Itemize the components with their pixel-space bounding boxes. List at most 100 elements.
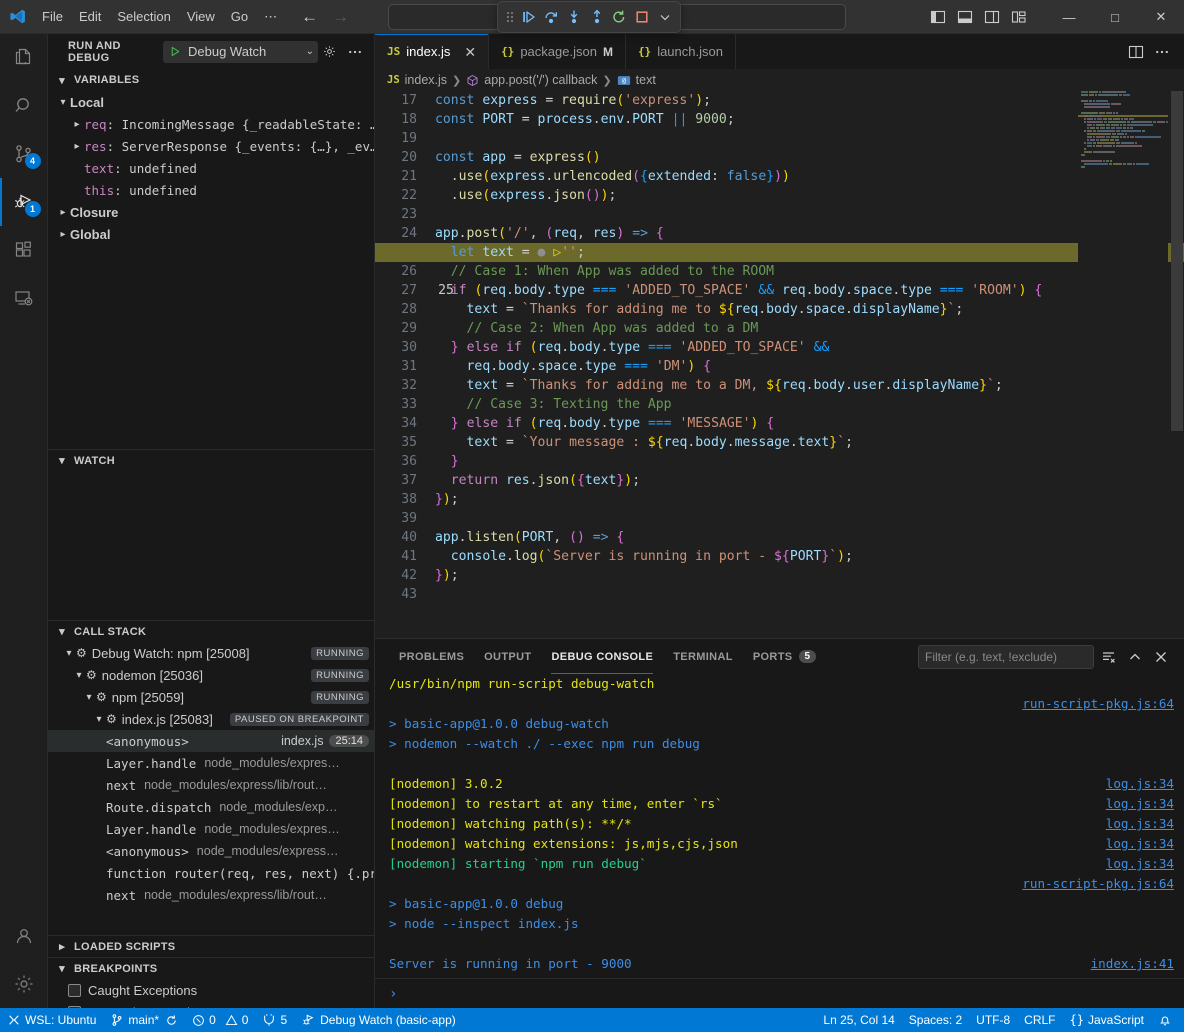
variable-scope-global[interactable]: ▸ Global xyxy=(48,223,374,245)
callstack-frame[interactable]: next node_modules/express/lib/rout… xyxy=(48,884,375,906)
split-editor-icon[interactable] xyxy=(1124,40,1148,64)
console-source[interactable]: log.js:34 xyxy=(1106,794,1174,814)
status-debug-session[interactable]: Debug Watch (basic-app) xyxy=(294,1008,463,1032)
debug-continue-button[interactable] xyxy=(518,5,539,29)
debug-step-into-button[interactable] xyxy=(564,5,585,29)
status-notifications[interactable] xyxy=(1151,1008,1184,1032)
variable-row[interactable]: ▸ req: IncomingMessage {_readableState: … xyxy=(48,113,374,135)
console-filter-input[interactable]: Filter (e.g. text, !exclude) xyxy=(918,645,1094,669)
callstack-session[interactable]: ▾ ⚙ index.js [25083] PAUSED ON BREAKPOIN… xyxy=(48,708,375,730)
console-source[interactable]: log.js:34 xyxy=(1106,774,1174,794)
callstack-session[interactable]: ▾ ⚙ Debug Watch: npm [25008] RUNNING xyxy=(48,642,375,664)
breadcrumb-file[interactable]: index.js xyxy=(405,73,447,87)
breakpoints-pane-header[interactable]: ▾ BREAKPOINTS xyxy=(48,957,375,979)
go-back-icon[interactable]: ← xyxy=(301,8,318,25)
callstack-frame[interactable]: Layer.handle node_modules/expres… xyxy=(48,752,375,774)
callstack-frame[interactable]: next node_modules/express/lib/rout… xyxy=(48,774,375,796)
activity-extensions[interactable] xyxy=(0,226,48,274)
close-icon[interactable]: ✕ xyxy=(464,45,476,59)
status-indentation[interactable]: Spaces: 2 xyxy=(902,1008,969,1032)
tab-debug-console[interactable]: DEBUG CONSOLE xyxy=(541,639,663,674)
activity-explorer[interactable] xyxy=(0,34,48,82)
toggle-secondary-sidebar-icon[interactable] xyxy=(979,2,1005,32)
debug-stop-button[interactable] xyxy=(632,5,653,29)
menu-view[interactable]: View xyxy=(179,0,223,34)
go-forward-icon[interactable]: → xyxy=(332,8,349,25)
activity-run-and-debug[interactable]: 1 xyxy=(0,178,48,226)
callstack-frame[interactable]: function router(req, res, next) {.pr xyxy=(48,862,375,884)
breadcrumb-variable[interactable]: text xyxy=(636,73,656,87)
tab-terminal[interactable]: TERMINAL xyxy=(663,639,743,674)
status-problems[interactable]: 0 0 xyxy=(185,1008,255,1032)
console-source[interactable]: log.js:34 xyxy=(1106,854,1174,874)
checkbox[interactable] xyxy=(68,984,81,997)
callstack-frame[interactable]: Layer.handle node_modules/expres… xyxy=(48,818,375,840)
status-remote-host[interactable]: WSL: Ubuntu xyxy=(0,1008,103,1032)
activity-remote-explorer[interactable] xyxy=(0,274,48,322)
toggle-panel-icon[interactable] xyxy=(952,2,978,32)
console-source[interactable]: index.js:41 xyxy=(1091,954,1174,974)
debug-console-input[interactable]: › xyxy=(375,978,1184,1008)
status-language-mode[interactable]: {} JavaScript xyxy=(1063,1008,1151,1032)
variable-row[interactable]: this: undefined xyxy=(48,179,374,201)
ellipsis-icon[interactable] xyxy=(344,41,366,63)
customize-layout-icon[interactable] xyxy=(1006,2,1032,32)
loaded-scripts-pane-header[interactable]: ▸ LOADED SCRIPTS xyxy=(48,935,375,957)
callstack-frame[interactable]: <anonymous> index.js 25:14 xyxy=(48,730,375,752)
chevron-right-icon[interactable]: ▸ xyxy=(70,119,84,130)
status-eol[interactable]: CRLF xyxy=(1017,1008,1062,1032)
console-source[interactable]: run-script-pkg.js:64 xyxy=(1022,694,1174,714)
minimap[interactable] xyxy=(1078,91,1168,638)
tab-launch-json[interactable]: {} launch.json xyxy=(626,34,736,69)
chevron-up-icon[interactable] xyxy=(1124,646,1146,668)
console-source[interactable]: log.js:34 xyxy=(1106,814,1174,834)
variable-row[interactable]: ▸ res: ServerResponse {_events: {…}, _ev… xyxy=(48,135,374,157)
menu-file[interactable]: File xyxy=(34,0,71,34)
menu-selection[interactable]: Selection xyxy=(109,0,178,34)
callstack-pane-header[interactable]: ▾ CALL STACK xyxy=(48,620,375,642)
menu-more[interactable]: ⋯ xyxy=(256,0,285,34)
status-cursor-position[interactable]: Ln 25, Col 14 xyxy=(816,1008,901,1032)
variable-scope-local[interactable]: ▾ Local xyxy=(48,91,374,113)
variable-row[interactable]: text: undefined xyxy=(48,157,374,179)
activity-settings[interactable] xyxy=(0,960,48,1008)
debug-restart-button[interactable] xyxy=(609,5,630,29)
status-encoding[interactable]: UTF-8 xyxy=(969,1008,1017,1032)
tab-problems[interactable]: PROBLEMS xyxy=(389,639,474,674)
breadcrumb-symbol[interactable]: app.post('/') callback xyxy=(484,73,597,87)
breakpoint-uncaught-exceptions[interactable]: Uncaught Exceptions xyxy=(48,1001,375,1008)
menu-go[interactable]: Go xyxy=(223,0,256,34)
scrollbar-thumb[interactable] xyxy=(1171,91,1183,431)
status-ports[interactable]: 5 xyxy=(255,1008,294,1032)
maximize-button[interactable]: □ xyxy=(1092,0,1138,34)
debug-console-output[interactable]: /usr/bin/npm run-script debug-watch run-… xyxy=(375,674,1184,978)
menu-edit[interactable]: Edit xyxy=(71,0,109,34)
callstack-frame[interactable]: <anonymous> node_modules/express… xyxy=(48,840,375,862)
clear-console-icon[interactable] xyxy=(1098,646,1120,668)
breakpoint-caught-exceptions[interactable]: Caught Exceptions xyxy=(48,979,375,1001)
debug-configuration-select[interactable]: Debug Watch ⌄ xyxy=(163,41,318,63)
variables-pane-header[interactable]: ▾ VARIABLES xyxy=(48,69,374,91)
activity-search[interactable] xyxy=(0,82,48,130)
debug-more-button[interactable] xyxy=(654,5,675,29)
console-source[interactable]: run-script-pkg.js:64 xyxy=(1022,874,1174,894)
debug-step-out-button[interactable] xyxy=(586,5,607,29)
editor-scrollbar[interactable] xyxy=(1170,91,1184,638)
code-editor[interactable]: 17const express = require('express'); 18… xyxy=(375,91,1184,638)
tab-output[interactable]: OUTPUT xyxy=(474,639,541,674)
watch-pane-header[interactable]: ▾ WATCH xyxy=(48,449,375,471)
drag-handle-icon[interactable] xyxy=(503,5,516,29)
more-actions-icon[interactable] xyxy=(1150,40,1174,64)
close-icon[interactable] xyxy=(1150,646,1172,668)
debug-step-over-button[interactable] xyxy=(541,5,562,29)
status-git-branch[interactable]: main* xyxy=(103,1008,185,1032)
callstack-session[interactable]: ▾ ⚙ nodemon [25036] RUNNING xyxy=(48,664,375,686)
minimize-button[interactable]: — xyxy=(1046,0,1092,34)
variable-scope-closure[interactable]: ▸ Closure xyxy=(48,201,374,223)
activity-source-control[interactable]: 4 xyxy=(0,130,48,178)
close-button[interactable]: ✕ xyxy=(1138,0,1184,34)
chevron-right-icon[interactable]: ▸ xyxy=(70,141,84,152)
tab-package-json[interactable]: {} package.json M xyxy=(489,34,626,69)
callstack-frame[interactable]: Route.dispatch node_modules/exp… xyxy=(48,796,375,818)
tab-index-js[interactable]: JS index.js ✕ xyxy=(375,34,489,69)
